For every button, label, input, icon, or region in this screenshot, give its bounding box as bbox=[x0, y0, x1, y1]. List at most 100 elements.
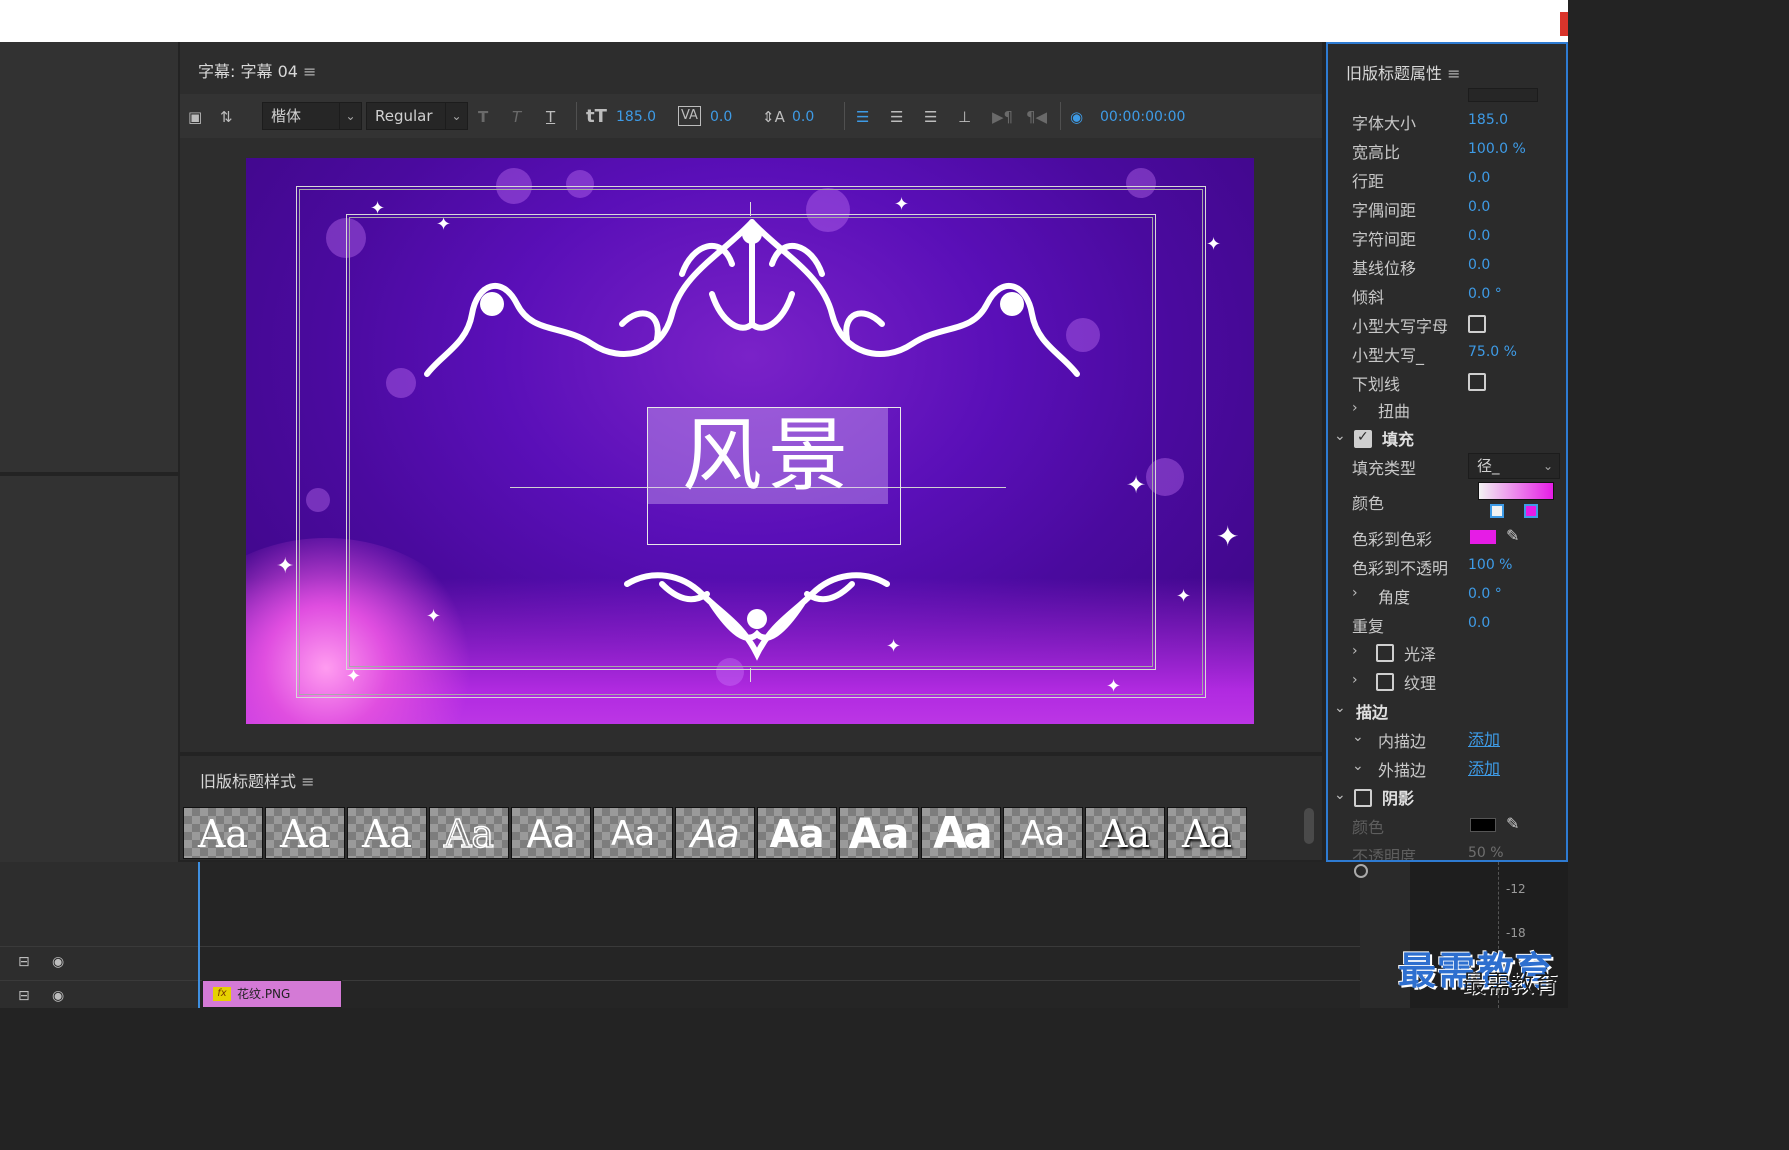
playhead[interactable] bbox=[198, 862, 200, 1008]
sheen-checkbox[interactable] bbox=[1376, 644, 1394, 662]
chevron-down-icon: ⌄ bbox=[445, 103, 467, 129]
inner-stroke-add-link[interactable]: 添加 bbox=[1468, 726, 1500, 750]
font-size-value[interactable]: 185.0 bbox=[1468, 112, 1508, 128]
title-canvas[interactable]: ✦ ✦ ✦ ✦ ✦ ✦ ✦ ✦ ✦ ✦ ✦ ✦ 风景 bbox=[246, 158, 1254, 724]
style-swatch[interactable]: Aa bbox=[1085, 807, 1165, 859]
eye-icon[interactable]: ◉ bbox=[52, 954, 64, 970]
italic-icon[interactable]: T bbox=[512, 104, 521, 130]
align-center-icon[interactable]: ☰ bbox=[890, 104, 903, 130]
style-swatch[interactable]: Aa bbox=[757, 807, 837, 859]
eyedropper-icon[interactable]: ✎ bbox=[1506, 526, 1519, 545]
slant-value[interactable]: 0.0 ° bbox=[1468, 286, 1502, 302]
scroll-handle[interactable] bbox=[1354, 864, 1368, 878]
gradient-stop-start[interactable] bbox=[1490, 504, 1504, 518]
leading-value[interactable]: 0.0 bbox=[1468, 170, 1490, 186]
tab-stops-icon[interactable]: ⊥ bbox=[958, 104, 971, 130]
track-area[interactable] bbox=[200, 862, 1360, 1008]
styles-title: 旧版标题样式 ≡ bbox=[200, 768, 315, 792]
toolbar-divider bbox=[844, 102, 845, 130]
small-caps-checkbox[interactable] bbox=[1468, 315, 1486, 333]
gradient-ramp[interactable] bbox=[1478, 482, 1554, 500]
kerning-value[interactable]: 0.0 bbox=[710, 104, 732, 130]
tracking-value[interactable]: 0.0 bbox=[1468, 228, 1490, 244]
font-family-select[interactable]: 楷体 ⌄ bbox=[262, 102, 362, 130]
style-swatch[interactable]: Aa bbox=[675, 807, 755, 859]
background-video-icon[interactable]: ▣ bbox=[188, 104, 202, 130]
kerning-value[interactable]: 0.0 bbox=[1468, 199, 1490, 215]
style-swatch[interactable]: Aa bbox=[265, 807, 345, 859]
fill-checkbox[interactable] bbox=[1354, 429, 1372, 448]
chevron-right-icon[interactable]: › bbox=[1352, 643, 1358, 659]
shadow-checkbox[interactable] bbox=[1354, 789, 1372, 807]
timecode-icon[interactable]: ◉ bbox=[1070, 104, 1083, 130]
baseline-shift-label: 基线位移 bbox=[1352, 259, 1417, 278]
leading-label: 行距 bbox=[1352, 172, 1385, 191]
eye-icon[interactable]: ◉ bbox=[52, 988, 64, 1004]
shadow-color-swatch[interactable] bbox=[1470, 818, 1496, 832]
style-swatch[interactable]: Aa bbox=[921, 807, 1001, 859]
color-to-opacity-value[interactable]: 100 % bbox=[1468, 557, 1512, 573]
panel-menu-icon[interactable]: ≡ bbox=[301, 772, 314, 791]
chevron-down-icon[interactable]: ⌄ bbox=[1334, 787, 1346, 803]
chevron-down-icon[interactable]: ⌄ bbox=[1352, 729, 1364, 745]
timecode-value[interactable]: 00:00:00:00 bbox=[1100, 104, 1185, 130]
panel-menu-icon[interactable]: ≡ bbox=[303, 62, 316, 81]
editor-title-text: 字幕: 字幕 04 bbox=[198, 62, 298, 81]
style-swatch[interactable]: Aa bbox=[183, 807, 263, 859]
partial-dropdown[interactable] bbox=[1468, 88, 1538, 102]
shadow-label: 阴影 bbox=[1382, 789, 1415, 808]
style-swatch[interactable]: Aa bbox=[1003, 807, 1083, 859]
chevron-down-icon[interactable]: ⌄ bbox=[1334, 428, 1346, 444]
align-left-icon[interactable]: ☰ bbox=[856, 104, 869, 130]
texture-checkbox[interactable] bbox=[1376, 673, 1394, 691]
baseline-shift-value[interactable]: 0.0 bbox=[1468, 257, 1490, 273]
bold-icon[interactable]: T bbox=[478, 104, 488, 130]
small-caps-label: 小型大写字母 bbox=[1352, 317, 1449, 336]
shadow-opacity-value[interactable]: 50 % bbox=[1468, 845, 1504, 860]
chevron-right-icon[interactable]: › bbox=[1352, 400, 1358, 416]
font-size-value[interactable]: 185.0 bbox=[616, 104, 656, 130]
fill-type-select[interactable]: 径_ ⌄ bbox=[1468, 453, 1560, 479]
timeline-clip[interactable]: fx 花纹.PNG bbox=[202, 980, 342, 1008]
underline-checkbox[interactable] bbox=[1468, 373, 1486, 391]
track-output-icon[interactable]: ⊟ bbox=[18, 954, 30, 970]
outer-stroke-add-link[interactable]: 添加 bbox=[1468, 755, 1500, 779]
panel-menu-icon[interactable]: ≡ bbox=[1447, 64, 1460, 83]
style-swatch[interactable]: Aa bbox=[839, 807, 919, 859]
chevron-right-icon[interactable]: › bbox=[1352, 672, 1358, 688]
gradient-stop-end[interactable] bbox=[1524, 504, 1538, 518]
chevron-right-icon[interactable]: › bbox=[1352, 585, 1358, 601]
repeat-value[interactable]: 0.0 bbox=[1468, 615, 1490, 631]
sparkle-icon: ✦ bbox=[1216, 520, 1240, 553]
track-output-icon[interactable]: ⊟ bbox=[18, 988, 30, 1004]
texture-label: 纹理 bbox=[1404, 674, 1437, 693]
properties-title: 旧版标题属性 ≡ bbox=[1346, 60, 1461, 84]
title-text[interactable]: 风景 bbox=[648, 408, 888, 504]
color-to-color-label: 色彩到色彩 bbox=[1352, 530, 1433, 549]
underline-icon[interactable]: T bbox=[546, 104, 555, 130]
style-swatch[interactable]: Aa bbox=[429, 807, 509, 859]
chevron-down-icon[interactable]: ⌄ bbox=[1352, 758, 1364, 774]
distort-label[interactable]: 扭曲 bbox=[1378, 398, 1410, 422]
align-right-icon[interactable]: ☰ bbox=[924, 104, 937, 130]
rtl-icon[interactable]: ¶◀ bbox=[1026, 104, 1047, 130]
toolbar-divider bbox=[576, 102, 577, 130]
font-style-select[interactable]: Regular ⌄ bbox=[366, 102, 468, 130]
style-swatch[interactable]: Aa bbox=[593, 807, 673, 859]
leading-value[interactable]: 0.0 bbox=[792, 104, 814, 130]
style-swatch[interactable]: Aa bbox=[511, 807, 591, 859]
title-toolbar: ▣ ⇅ 楷体 ⌄ Regular ⌄ T T T tT 185.0 VA 0.0 ⇕… bbox=[180, 94, 1322, 138]
color-label: 颜色 bbox=[1352, 494, 1385, 513]
aspect-value[interactable]: 100.0 % bbox=[1468, 141, 1526, 157]
angle-value[interactable]: 0.0 ° bbox=[1468, 586, 1502, 602]
chevron-down-icon[interactable]: ⌄ bbox=[1334, 700, 1346, 716]
styles-scrollbar[interactable] bbox=[1304, 808, 1314, 844]
color-to-color-swatch[interactable] bbox=[1470, 530, 1496, 544]
ltr-icon[interactable]: ▶¶ bbox=[992, 104, 1013, 130]
window-top-bar bbox=[0, 0, 1568, 42]
style-swatch[interactable]: Aa bbox=[347, 807, 427, 859]
roll-crawl-icon[interactable]: ⇅ bbox=[220, 104, 233, 130]
style-swatch[interactable]: Aa bbox=[1167, 807, 1247, 859]
small-caps-size-value[interactable]: 75.0 % bbox=[1468, 344, 1517, 360]
eyedropper-icon[interactable]: ✎ bbox=[1506, 814, 1519, 833]
